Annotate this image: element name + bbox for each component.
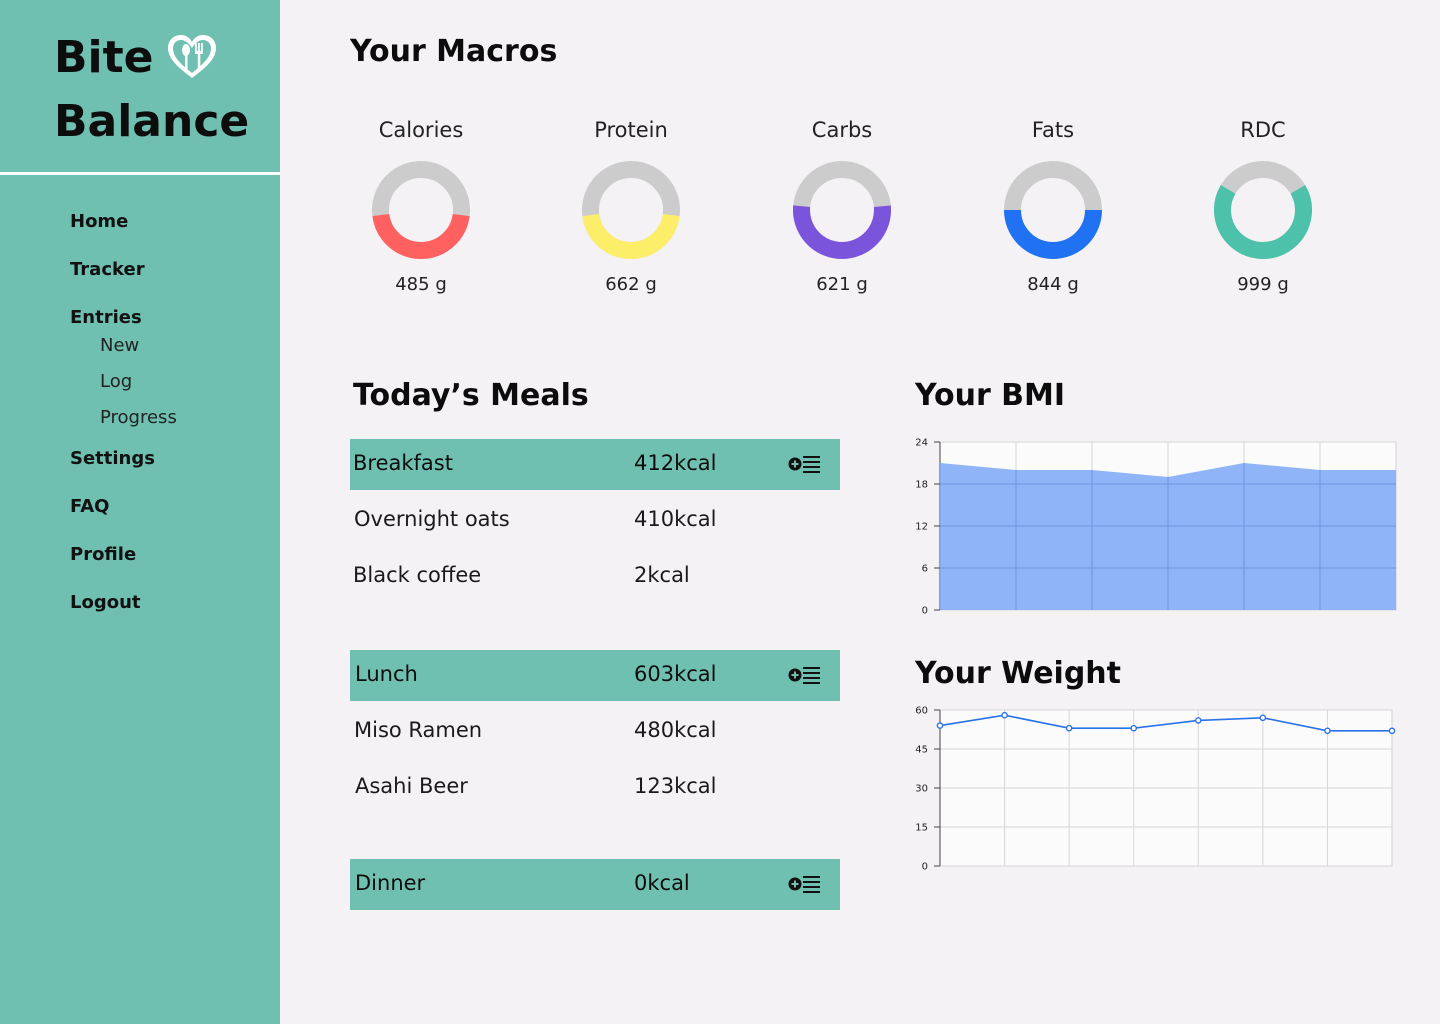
macro-label: RDC [1240,118,1286,142]
protein-donut [582,161,680,259]
weight-point [1065,724,1073,732]
meal-header-lunch[interactable]: Lunch 603kcal [350,650,840,701]
bmi-chart: 0 6 12 18 24 [900,432,1410,622]
meal-kcal: 0kcal [634,871,690,895]
brand-line-2: Balance [54,96,250,147]
meal-item-kcal: 123kcal [634,774,717,798]
brand[interactable]: Bite Balance [54,26,249,154]
meal-name: Breakfast [353,451,453,475]
meal-item-name[interactable]: Miso Ramen [354,718,482,742]
meal-kcal: 412kcal [634,451,717,475]
nav-tracker[interactable]: Tracker [70,259,145,280]
nav-settings[interactable]: Settings [70,448,155,469]
y-tick-label: 0 [922,606,928,617]
weight-title: Your Weight [915,656,1122,691]
weight-point [1259,714,1267,722]
macro-calories: Calories 485 g [351,118,491,295]
macros-title: Your Macros [350,34,558,69]
macro-value: 485 g [395,274,447,295]
macro-fats: Fats 844 g [983,118,1123,295]
macro-label: Fats [1031,118,1075,142]
nav-entries-progress[interactable]: Progress [100,407,177,428]
y-tick-label: 18 [915,480,928,491]
calories-donut [372,161,470,259]
meal-item-name[interactable]: Black coffee [353,563,481,587]
nav-entries[interactable]: Entries [70,307,142,328]
meal-item-kcal: 2kcal [634,563,690,587]
carbs-donut [793,161,891,259]
nav-faq[interactable]: FAQ [70,496,109,517]
y-tick-label: 0 [922,862,928,873]
add-list-icon[interactable] [788,664,822,686]
weight-point [1324,727,1331,735]
meal-name: Dinner [355,871,426,895]
nav-entries-log[interactable]: Log [100,371,132,392]
meal-header-dinner[interactable]: Dinner 0kcal [350,859,840,910]
y-tick-label: 12 [915,522,928,533]
nav-entries-new[interactable]: New [100,335,139,356]
y-tick-label: 15 [915,823,928,834]
macro-label: Carbs [811,118,873,142]
meals-title: Today’s Meals [353,378,589,413]
meal-item-kcal: 480kcal [634,718,717,742]
bmi-title: Your BMI [915,378,1066,413]
weight-point [936,722,944,729]
meal-item-kcal: 410kcal [634,507,717,531]
nav-home[interactable]: Home [70,211,128,232]
macro-label: Calories [378,118,464,142]
macro-value: 662 g [605,274,657,295]
meal-name: Lunch [355,662,418,686]
macro-value: 999 g [1237,274,1289,295]
weight-point [1194,717,1202,724]
donut-arc [1214,185,1312,259]
brand-line-1: Bite [54,32,154,83]
y-tick-label: 60 [915,706,928,717]
nav-logout[interactable]: Logout [70,592,141,613]
nav-profile[interactable]: Profile [70,544,136,565]
add-list-icon[interactable] [788,873,822,895]
macro-value: 621 g [816,274,868,295]
y-tick-label: 30 [915,784,928,795]
weight-line-chart: 0 15 30 45 60 [915,706,1396,873]
meal-item-name[interactable]: Asahi Beer [355,774,468,798]
y-tick-label: 6 [922,564,928,575]
weight-chart: 0 15 30 45 60 [900,698,1410,888]
y-tick-label: 45 [915,745,928,756]
macro-protein: Protein 662 g [561,118,701,295]
meal-header-breakfast[interactable]: Breakfast 412kcal [350,439,840,490]
macro-value: 844 g [1027,274,1079,295]
macro-carbs: Carbs 621 g [772,118,912,295]
sidebar-divider [0,172,280,175]
weight-point [1001,711,1008,719]
heart-utensils-icon [168,35,216,78]
bmi-area-chart: 0 6 12 18 24 [915,438,1397,617]
macro-rdc: RDC 999 g [1193,118,1333,295]
donut-arc [793,205,891,259]
rdc-donut [1214,161,1312,259]
add-list-icon[interactable] [788,453,822,475]
meal-item-name[interactable]: Overnight oats [354,507,510,531]
y-tick-label: 24 [915,438,928,449]
donut-arc [582,213,680,259]
fats-donut [1004,161,1102,259]
donut-arc [1004,209,1102,259]
meal-kcal: 603kcal [634,662,717,686]
macro-label: Protein [594,118,668,142]
donut-arc [372,213,470,259]
weight-point [1388,727,1396,735]
weight-point [1130,724,1138,732]
sidebar: Bite Balance Home Tracker Entries New Lo… [0,0,280,1024]
